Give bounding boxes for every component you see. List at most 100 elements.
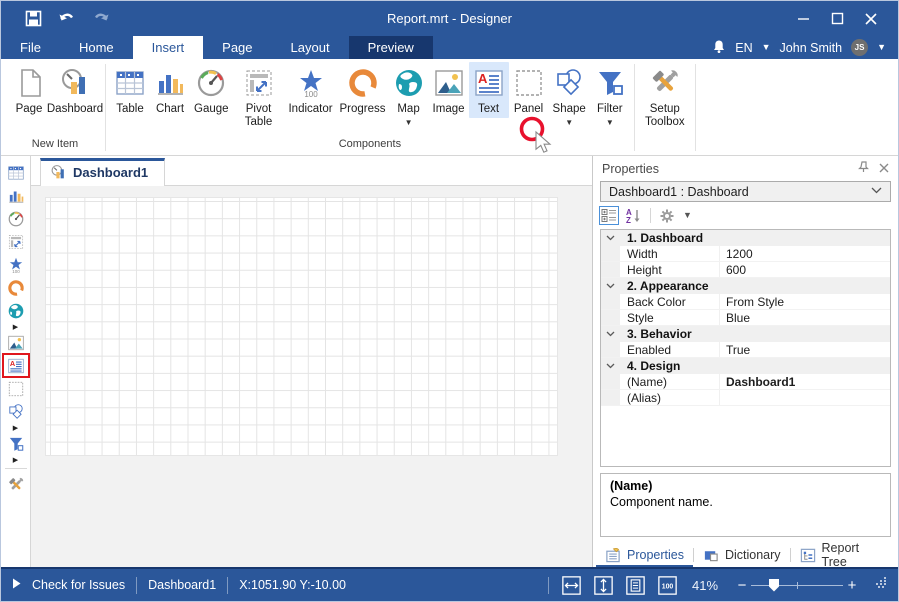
category-collapse-chevron-icon[interactable] — [601, 326, 620, 342]
document-tab-bar: Dashboard1 — [31, 156, 592, 186]
row-gutter — [601, 310, 620, 325]
toolbox-filter-tool[interactable] — [3, 432, 29, 455]
user-avatar[interactable]: JS — [851, 39, 868, 56]
property-category-row[interactable]: 2. Appearance — [601, 278, 890, 294]
zoom-100-icon[interactable]: 100 — [658, 576, 677, 595]
toolbox-gauge-tool[interactable] — [3, 207, 29, 230]
toolbox-setup-tool[interactable] — [3, 473, 29, 496]
dropdown-caret-icon[interactable]: ▼ — [565, 118, 573, 127]
property-row[interactable]: Height600 — [601, 262, 890, 278]
undo-icon[interactable] — [57, 9, 77, 29]
toolbox-shape-tool[interactable] — [3, 400, 29, 423]
property-row[interactable]: Back ColorFrom Style — [601, 294, 890, 310]
panel-icon — [513, 66, 545, 100]
menu-tab-page[interactable]: Page — [203, 36, 271, 59]
language-caret-icon[interactable]: ▼ — [762, 43, 771, 52]
toolbox-image-tool[interactable] — [3, 331, 29, 354]
language-selector[interactable]: EN — [735, 41, 752, 55]
property-value[interactable]: True — [720, 343, 890, 357]
menu-tab-file[interactable]: File — [1, 36, 60, 59]
fit-page-height-icon[interactable] — [594, 576, 613, 595]
toolbox-expand-arrow-icon[interactable]: ▶ — [13, 322, 18, 331]
pin-icon[interactable] — [858, 161, 869, 176]
panel-tab-report-tree[interactable]: Report Tree — [791, 543, 895, 567]
toolbox-expand-arrow-icon[interactable]: ▶ — [13, 423, 18, 432]
ribbon-button-gauge[interactable]: Gauge — [190, 62, 233, 118]
shape-icon — [7, 403, 25, 421]
categorized-view-icon[interactable] — [601, 208, 617, 223]
check-for-issues-button[interactable]: Check for Issues — [32, 578, 125, 592]
gear-caret-icon[interactable]: ▼ — [683, 211, 692, 220]
dropdown-caret-icon[interactable]: ▼ — [405, 118, 413, 127]
menu-tab-insert[interactable]: Insert — [133, 36, 204, 59]
ribbon-button-indicator[interactable]: 100Indicator — [285, 62, 337, 118]
property-row[interactable]: EnabledTrue — [601, 342, 890, 358]
resize-grip-icon[interactable] — [874, 576, 887, 592]
toolbox-progress-tool[interactable] — [3, 276, 29, 299]
user-name[interactable]: John Smith — [780, 41, 843, 55]
ribbon-button-panel[interactable]: Panel — [509, 62, 549, 118]
ribbon-button-page[interactable]: Page — [9, 62, 49, 118]
ribbon-button-filter[interactable]: Filter▼ — [590, 62, 630, 129]
component-selector-dropdown[interactable]: Dashboard1 : Dashboard — [600, 181, 891, 202]
property-row[interactable]: (Alias) — [601, 390, 890, 406]
ribbon-button-shape[interactable]: Shape▼ — [549, 62, 590, 129]
ribbon-button-dashboard[interactable]: Dashboard — [49, 62, 101, 118]
panel-tab-dictionary[interactable]: Dictionary — [694, 543, 790, 567]
menu-tab-layout[interactable]: Layout — [272, 36, 349, 59]
zoom-out-button[interactable]: − — [733, 577, 751, 594]
panel-tab-properties[interactable]: Properties — [596, 543, 693, 567]
toolbox-panel-tool[interactable] — [3, 377, 29, 400]
ribbon-button-setup-toolbox[interactable]: Setup Toolbox — [639, 62, 691, 131]
ribbon-button-text[interactable]: AText — [469, 62, 509, 118]
alphabetical-sort-icon[interactable]: AZ — [625, 208, 642, 224]
category-collapse-chevron-icon[interactable] — [601, 278, 620, 294]
ribbon-button-pivot-table[interactable]: Pivot Table — [233, 62, 285, 131]
settings-gear-icon[interactable] — [659, 208, 675, 224]
fit-whole-page-icon[interactable] — [626, 576, 645, 595]
minimize-icon[interactable] — [790, 9, 816, 29]
toolbox-chart-tool[interactable] — [3, 184, 29, 207]
toolbox-pivot-table-tool[interactable] — [3, 230, 29, 253]
toolbox-expand-arrow-icon[interactable]: ▶ — [13, 455, 18, 464]
ribbon-button-image[interactable]: Image — [429, 62, 469, 118]
property-value[interactable]: From Style — [720, 295, 890, 309]
property-category-row[interactable]: 1. Dashboard — [601, 230, 890, 246]
ribbon-button-table[interactable]: Table — [110, 62, 150, 118]
toolbox-indicator-tool[interactable]: 100 — [3, 253, 29, 276]
property-row[interactable]: Width1200 — [601, 246, 890, 262]
dashboard-design-page[interactable] — [45, 197, 558, 456]
property-row[interactable]: (Name)Dashboard1 — [601, 374, 890, 390]
ribbon-button-chart[interactable]: Chart — [150, 62, 190, 118]
panel-close-icon[interactable] — [879, 162, 889, 176]
menu-tab-preview[interactable]: Preview — [349, 36, 433, 59]
zoom-slider-track[interactable] — [751, 585, 843, 586]
toolbox-map-tool[interactable] — [3, 299, 29, 322]
property-value[interactable]: 1200 — [720, 247, 890, 261]
zoom-slider-thumb[interactable] — [769, 579, 779, 592]
save-icon[interactable] — [23, 9, 43, 29]
menu-tab-home[interactable]: Home — [60, 36, 133, 59]
close-icon[interactable] — [858, 9, 884, 29]
zoom-in-button[interactable]: + — [843, 577, 861, 594]
ribbon-button-progress[interactable]: Progress — [337, 62, 389, 118]
category-collapse-chevron-icon[interactable] — [601, 358, 620, 374]
document-tab-dashboard1[interactable]: Dashboard1 — [40, 158, 165, 186]
toolbox-table-tool[interactable] — [3, 161, 29, 184]
redo-icon[interactable] — [91, 9, 111, 29]
maximize-icon[interactable] — [824, 9, 850, 29]
toolbox-text-tool[interactable]: A — [3, 354, 29, 377]
user-menu-caret-icon[interactable]: ▼ — [877, 43, 886, 52]
notifications-bell-icon[interactable] — [712, 39, 726, 57]
property-value[interactable]: 600 — [720, 263, 890, 277]
property-row[interactable]: StyleBlue — [601, 310, 890, 326]
category-collapse-chevron-icon[interactable] — [601, 230, 620, 246]
fit-page-width-icon[interactable] — [562, 576, 581, 595]
quick-access-toolbar — [1, 9, 111, 29]
property-category-row[interactable]: 4. Design — [601, 358, 890, 374]
property-value[interactable]: Dashboard1 — [720, 375, 890, 389]
property-value[interactable]: Blue — [720, 311, 890, 325]
ribbon-button-map[interactable]: Map▼ — [389, 62, 429, 129]
property-category-row[interactable]: 3. Behavior — [601, 326, 890, 342]
dropdown-caret-icon[interactable]: ▼ — [606, 118, 614, 127]
